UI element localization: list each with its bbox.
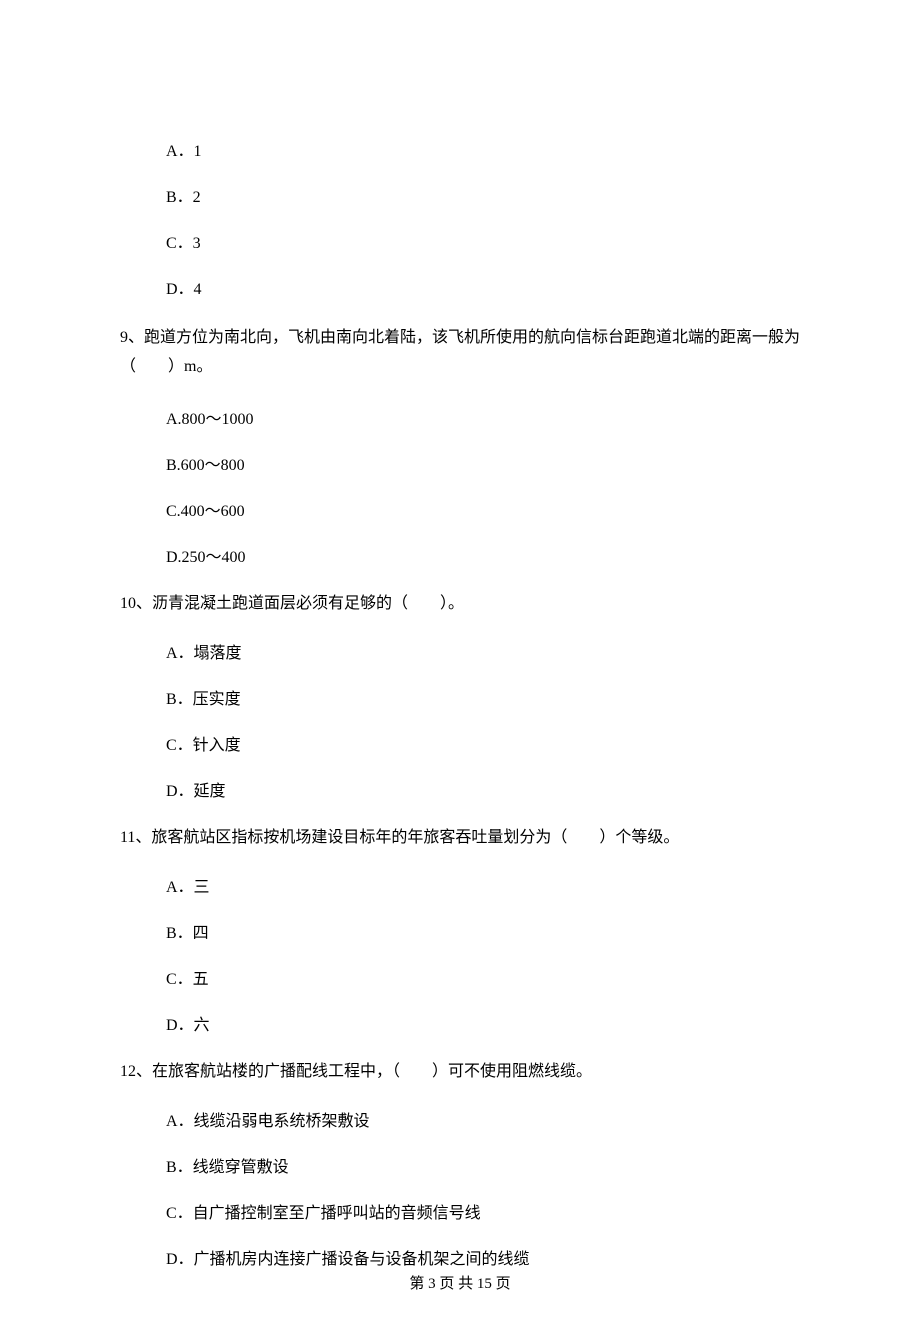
q9-option-c: C.400～600 bbox=[166, 500, 800, 524]
q9-options: A.800～1000 B.600～800 C.400～600 D.250～400 bbox=[120, 408, 800, 570]
q10-text: 10、沥青混凝土跑道面层必须有足够的（ ）。 bbox=[120, 592, 800, 616]
q12-option-d: D．广播机房内连接广播设备与设备机架之间的线缆 bbox=[166, 1248, 800, 1272]
q9-option-a: A.800～1000 bbox=[166, 408, 800, 432]
q8-options: A．1 B．2 C．3 D．4 bbox=[120, 140, 800, 302]
q10-option-d: D．延度 bbox=[166, 780, 800, 804]
q10-options: A．塌落度 B．压实度 C．针入度 D．延度 bbox=[120, 642, 800, 804]
q11-options: A．三 B．四 C．五 D．六 bbox=[120, 876, 800, 1038]
q10-option-b: B．压实度 bbox=[166, 688, 800, 712]
q11-option-c: C．五 bbox=[166, 968, 800, 992]
page-container: A．1 B．2 C．3 D．4 9、跑道方位为南北向，飞机由南向北着陆，该飞机所… bbox=[0, 0, 920, 1324]
q12-option-c: C．自广播控制室至广播呼叫站的音频信号线 bbox=[166, 1202, 800, 1226]
q8-option-b: B．2 bbox=[166, 186, 800, 210]
q11-option-d: D．六 bbox=[166, 1014, 800, 1038]
q11-option-a: A．三 bbox=[166, 876, 800, 900]
q8-option-c: C．3 bbox=[166, 232, 800, 256]
page-footer: 第 3 页 共 15 页 bbox=[0, 1273, 920, 1296]
q11-text: 11、旅客航站区指标按机场建设目标年的年旅客吞吐量划分为（ ）个等级。 bbox=[120, 826, 800, 850]
q12-text: 12、在旅客航站楼的广播配线工程中，（ ）可不使用阻燃线缆。 bbox=[120, 1060, 800, 1084]
q12-options: A．线缆沿弱电系统桥架敷设 B．线缆穿管敷设 C．自广播控制室至广播呼叫站的音频… bbox=[120, 1110, 800, 1272]
q8-option-a: A．1 bbox=[166, 140, 800, 164]
q12-option-a: A．线缆沿弱电系统桥架敷设 bbox=[166, 1110, 800, 1134]
q9-text: 9、跑道方位为南北向，飞机由南向北着陆，该飞机所使用的航向信标台距跑道北端的距离… bbox=[120, 324, 800, 382]
q11-option-b: B．四 bbox=[166, 922, 800, 946]
q9-option-b: B.600～800 bbox=[166, 454, 800, 478]
q9-option-d: D.250～400 bbox=[166, 546, 800, 570]
q8-option-d: D．4 bbox=[166, 278, 800, 302]
q12-option-b: B．线缆穿管敷设 bbox=[166, 1156, 800, 1180]
q10-option-c: C．针入度 bbox=[166, 734, 800, 758]
q10-option-a: A．塌落度 bbox=[166, 642, 800, 666]
